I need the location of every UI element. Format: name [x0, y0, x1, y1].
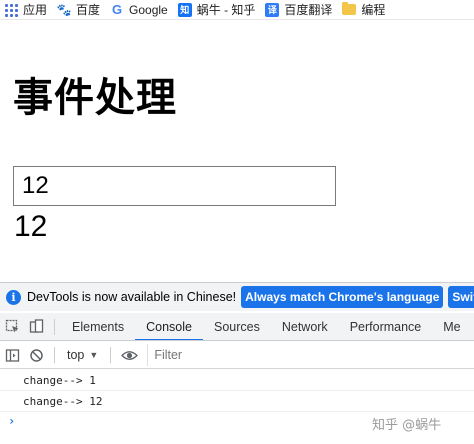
zhihu-watermark: 知乎 @蜗牛	[372, 418, 442, 433]
text-input[interactable]	[13, 166, 336, 206]
apps-grid-icon	[4, 3, 18, 17]
bookmark-zhihu[interactable]: 知 蜗牛 - 知乎	[174, 0, 262, 19]
toolbar-divider	[54, 347, 55, 363]
inspect-element-icon[interactable]	[0, 313, 24, 340]
folder-icon	[342, 2, 357, 15]
baidu-paw-icon: 🐾	[56, 2, 72, 17]
context-label: top	[67, 348, 85, 362]
match-language-button[interactable]: Always match Chrome's language	[241, 286, 444, 308]
bookmark-google[interactable]: G Google	[106, 0, 174, 19]
language-infobar: i DevTools is now available in Chinese! …	[0, 283, 474, 311]
tab-sources[interactable]: Sources	[203, 313, 271, 340]
tab-network[interactable]: Network	[271, 313, 339, 340]
infobar-text: DevTools is now available in Chinese!	[27, 290, 237, 304]
bookmark-label: Google	[129, 2, 168, 17]
tab-console[interactable]: Console	[135, 313, 203, 340]
bookmark-label: 百度	[76, 3, 101, 17]
bookmark-fanyi[interactable]: 译 百度翻译	[261, 0, 338, 19]
eye-icon[interactable]	[117, 342, 141, 368]
bookmark-label: 百度翻译	[284, 3, 333, 17]
console-log-line: change--> 1	[0, 370, 474, 391]
context-selector[interactable]: top ▼	[61, 348, 104, 362]
device-toolbar-icon[interactable]	[24, 313, 48, 340]
switch-language-button[interactable]: Switc	[448, 286, 474, 308]
zhihu-icon: 知	[177, 2, 192, 17]
console-log-line: change--> 12	[0, 391, 474, 412]
filter-input[interactable]: Filter	[147, 344, 474, 366]
tab-memory[interactable]: Me	[432, 313, 471, 340]
bookmark-folder-programming[interactable]: 编程	[338, 0, 391, 19]
bookmark-baidu[interactable]: 🐾 百度	[53, 0, 106, 19]
tab-elements[interactable]: Elements	[61, 313, 135, 340]
clear-console-icon[interactable]	[24, 342, 48, 368]
bookmark-label: 应用	[23, 3, 48, 17]
google-g-icon: G	[111, 2, 123, 17]
dropdown-arrow-icon: ▼	[89, 350, 99, 360]
console-toolbar: top ▼ Filter	[0, 342, 474, 369]
info-icon: i	[6, 289, 21, 305]
bookmark-label: 蜗牛 - 知乎	[196, 3, 256, 17]
tab-performance[interactable]: Performance	[339, 313, 433, 340]
page-title: 事件处理	[13, 75, 177, 121]
bookmarks-bar: 应用 🐾 百度 G Google 知 蜗牛 - 知乎 译 百度翻译 编程	[0, 0, 474, 20]
sidebar-toggle-icon[interactable]	[0, 342, 24, 368]
devtools-tabbar: Elements Console Sources Network Perform…	[0, 313, 474, 341]
toolbar-divider	[110, 347, 112, 363]
echo-text: 12	[14, 210, 48, 243]
bookmark-apps[interactable]: 应用	[0, 0, 53, 19]
translate-icon: 译	[265, 2, 280, 17]
toolbar-divider	[54, 318, 55, 335]
bookmark-label: 编程	[361, 3, 386, 17]
